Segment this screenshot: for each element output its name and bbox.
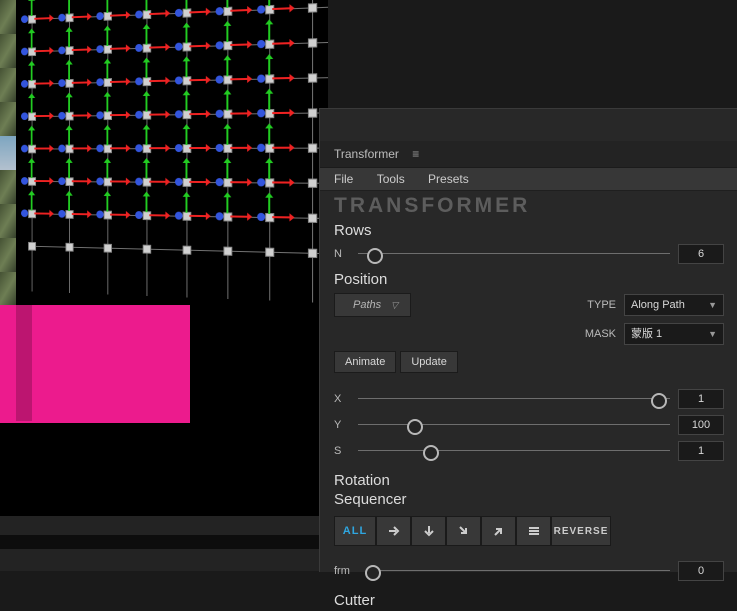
brand-logo: TRANSFORMER xyxy=(320,191,737,218)
wireframe-grid xyxy=(32,0,328,307)
paths-button[interactable]: Paths ▽ xyxy=(334,293,411,317)
s-slider[interactable] xyxy=(358,444,670,458)
transformer-panel: Transformer ≡ File Tools Presets TRANSFO… xyxy=(319,108,737,572)
rows-slider[interactable] xyxy=(358,247,670,261)
s-value[interactable]: 1 xyxy=(678,441,724,461)
update-button[interactable]: Update xyxy=(400,351,457,373)
label-type: TYPE xyxy=(574,299,616,311)
rot-reverse-button[interactable]: REVERSE xyxy=(551,516,611,546)
rot-all-button[interactable]: ALL xyxy=(334,516,376,546)
menu-file[interactable]: File xyxy=(334,168,353,190)
rot-diag-down-button[interactable] xyxy=(446,516,481,546)
rot-diag-up-button[interactable] xyxy=(481,516,516,546)
section-sequencer: Sequencer xyxy=(320,491,737,510)
panel-header[interactable]: Transformer ≡ xyxy=(320,141,737,168)
label-frm: frm xyxy=(334,565,358,577)
frm-value[interactable]: 0 xyxy=(678,561,724,581)
animate-button[interactable]: Animate xyxy=(334,351,396,373)
chevron-down-icon: ▽ xyxy=(391,295,398,315)
mask-dropdown[interactable]: 蒙版 1▼ xyxy=(624,323,724,345)
section-rows: Rows xyxy=(320,218,737,241)
section-rotation: Rotation xyxy=(320,464,737,491)
chevron-down-icon: ▼ xyxy=(708,295,717,315)
panel-menu-icon[interactable]: ≡ xyxy=(412,141,417,167)
rows-value[interactable]: 6 xyxy=(678,244,724,264)
label-mask: MASK xyxy=(574,328,616,340)
timeline-strip xyxy=(0,535,328,549)
frm-slider[interactable] xyxy=(366,564,670,578)
type-dropdown[interactable]: Along Path▼ xyxy=(624,294,724,316)
menu-tools[interactable]: Tools xyxy=(377,168,405,190)
label-n: N xyxy=(334,248,350,260)
section-position: Position xyxy=(320,267,737,290)
menu-presets[interactable]: Presets xyxy=(428,168,469,190)
label-s: S xyxy=(334,445,350,457)
y-value[interactable]: 100 xyxy=(678,415,724,435)
rotation-button-row: ALL REVERSE xyxy=(334,516,724,546)
section-cutter: Cutter xyxy=(320,584,737,611)
composition-viewport[interactable] xyxy=(0,0,328,516)
x-value[interactable]: 1 xyxy=(678,389,724,409)
y-slider[interactable] xyxy=(358,418,670,432)
panel-menubar: File Tools Presets xyxy=(320,168,737,191)
rot-down-button[interactable] xyxy=(411,516,446,546)
chevron-down-icon: ▼ xyxy=(708,324,717,344)
label-x: X xyxy=(334,393,350,405)
x-slider[interactable] xyxy=(358,392,670,406)
rot-stagger-button[interactable] xyxy=(516,516,551,546)
rot-right-button[interactable] xyxy=(376,516,411,546)
panel-title: Transformer xyxy=(334,147,399,161)
label-y: Y xyxy=(334,419,350,431)
